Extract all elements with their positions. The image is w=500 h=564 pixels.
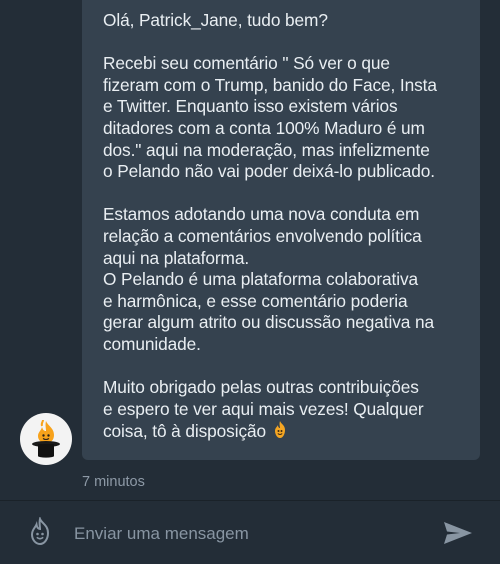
message-input[interactable] xyxy=(72,519,416,549)
message-paragraph-thanks: Muito obrigado pelas outras contribuiçõe… xyxy=(103,377,464,443)
message-line: fizeram com o Trump, banido do Face, Ins… xyxy=(103,74,437,95)
pelando-mascot-top-hat-icon xyxy=(32,419,60,458)
message-line: e espero te ver aqui mais vezes! Qualque… xyxy=(103,398,424,419)
message-timestamp: 7 minutos xyxy=(82,474,145,490)
message-composer xyxy=(0,500,500,564)
message-line: aqui na plataforma. xyxy=(103,247,250,268)
message-line: e harmônica, e esse comentário poderia xyxy=(103,290,408,311)
message-line: comunidade. xyxy=(103,333,201,354)
send-icon[interactable] xyxy=(442,519,474,547)
message-line: e Twitter. Enquanto isso existem vários xyxy=(103,96,398,117)
message-line-last: coisa, tô à disposição xyxy=(103,420,464,443)
avatar[interactable] xyxy=(20,413,72,465)
emoji-picker-icon[interactable] xyxy=(26,517,54,547)
message-paragraph-policy: Estamos adotando uma nova conduta em rel… xyxy=(103,204,464,355)
message-line: dos." aqui na moderação, mas infelizment… xyxy=(103,139,430,160)
message-line: gerar algum atrito ou discussão negativa… xyxy=(103,312,434,333)
message-line: Recebi seu comentário " Só ver o que xyxy=(103,53,390,74)
message-line: Muito obrigado pelas outras contribuiçõe… xyxy=(103,377,419,398)
message-paragraph-greeting: Olá, Patrick_Jane, tudo bem? xyxy=(103,10,464,32)
message-line: O Pelando é uma plataforma colaborativa xyxy=(103,269,419,290)
message-line: Olá, Patrick_Jane, tudo bem? xyxy=(103,10,328,30)
message-line: ditadores com a conta 100% Maduro é um xyxy=(103,117,425,138)
message-line: relação a comentários envolvendo polític… xyxy=(103,225,422,246)
chat-area: Olá, Patrick_Jane, tudo bem? Recebi seu … xyxy=(0,0,500,500)
message-line: Estamos adotando uma nova conduta em xyxy=(103,204,420,225)
message-line: o Pelando não vai poder deixá-lo publica… xyxy=(103,161,435,182)
message-paragraph-comment: Recebi seu comentário " Só ver o que fiz… xyxy=(103,53,464,183)
message-line-text: coisa, tô à disposição xyxy=(103,421,267,442)
flame-smile-icon xyxy=(275,421,286,439)
message-bubble: Olá, Patrick_Jane, tudo bem? Recebi seu … xyxy=(82,0,480,460)
